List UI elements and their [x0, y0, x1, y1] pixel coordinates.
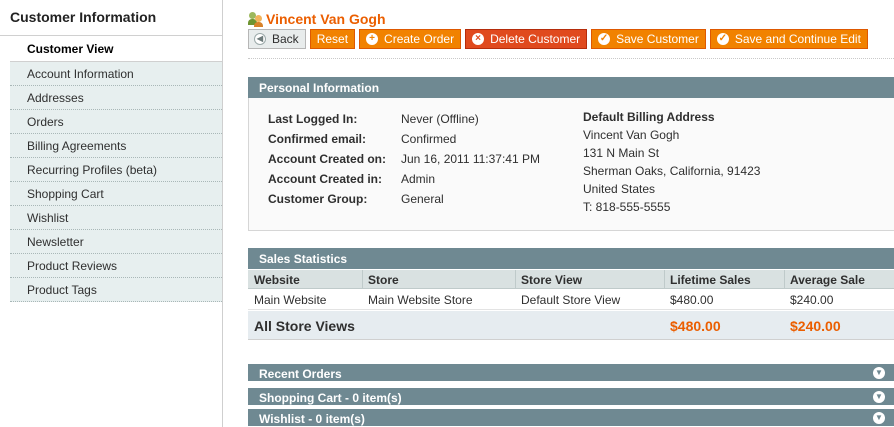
billing-address-line: United States — [583, 182, 656, 196]
delete-label: Delete Customer — [490, 32, 581, 46]
tab-wishlist[interactable]: Wishlist — [10, 206, 222, 230]
tab-account-information[interactable]: Account Information — [10, 62, 222, 86]
total-lifetime-sales: $480.00 — [670, 318, 721, 334]
wishlist-section[interactable]: Wishlist - 0 item(s) ▼ — [248, 409, 894, 427]
billing-address-line: Vincent Van Gogh — [583, 128, 680, 142]
total-average-sale: $240.00 — [790, 318, 841, 334]
sidebar: Customer Information Customer View Accou… — [0, 0, 222, 427]
column-header-website[interactable]: Website — [254, 273, 300, 287]
last-logged-in-label: Last Logged In: — [268, 112, 358, 126]
table-row: Main Website Main Website Store Default … — [248, 290, 894, 310]
column-header-lifetime-sales[interactable]: Lifetime Sales — [670, 273, 751, 287]
column-header-store[interactable]: Store — [368, 273, 399, 287]
toolbar-separator — [248, 58, 894, 59]
column-header-store-view[interactable]: Store View — [521, 273, 582, 287]
billing-address-title: Default Billing Address — [583, 110, 715, 124]
customer-icon — [248, 11, 263, 27]
customer-name: Vincent Van Gogh — [266, 11, 386, 27]
reset-label: Reset — [316, 32, 349, 46]
personal-information-header: Personal Information — [248, 77, 894, 98]
wishlist-label: Wishlist - 0 item(s) — [259, 412, 365, 426]
chevron-down-icon[interactable]: ▼ — [873, 367, 885, 379]
billing-address-line: Sherman Oaks, California, 91423 — [583, 164, 761, 178]
billing-address-phone: T: 818-555-5555 — [583, 200, 671, 214]
account-created-on-value: Jun 16, 2011 11:37:41 PM — [401, 152, 540, 166]
reset-button[interactable]: Reset — [309, 29, 356, 49]
cell-lifetime-sales: $480.00 — [670, 293, 714, 307]
toolbar: ◀ Back Reset + Create Order × Delete Cus… — [248, 29, 868, 49]
billing-address-line: 131 N Main St — [583, 146, 660, 160]
table-total-row: All Store Views $480.00 $240.00 — [248, 311, 894, 340]
save-continue-label: Save and Continue Edit — [734, 32, 861, 46]
tab-billing-agreements[interactable]: Billing Agreements — [10, 134, 222, 158]
account-created-in-value: Admin — [401, 172, 436, 186]
total-label: All Store Views — [254, 318, 355, 334]
cell-website: Main Website — [254, 293, 327, 307]
tab-newsletter[interactable]: Newsletter — [10, 230, 222, 254]
save-label: Save Customer — [616, 32, 699, 46]
page-title: Vincent Van Gogh — [248, 10, 386, 28]
save-customer-button[interactable]: ✓ Save Customer — [591, 29, 706, 49]
sales-table-header: Website Store Store View Lifetime Sales … — [248, 270, 894, 289]
customer-group-value: General — [401, 192, 444, 206]
back-arrow-icon: ◀ — [254, 33, 266, 45]
confirmed-email-value: Confirmed — [401, 132, 457, 146]
recent-orders-section[interactable]: Recent Orders ▼ — [248, 364, 894, 382]
tab-product-tags[interactable]: Product Tags — [10, 278, 222, 302]
save-continue-button[interactable]: ✓ Save and Continue Edit — [709, 29, 868, 49]
sidebar-title: Customer Information — [0, 0, 222, 36]
personal-information-box: Last Logged In: Never (Offline) Confirme… — [248, 98, 894, 231]
back-label: Back — [272, 32, 299, 46]
cell-store-view: Default Store View — [521, 293, 621, 307]
column-header-average-sale[interactable]: Average Sale — [790, 273, 865, 287]
tab-shopping-cart[interactable]: Shopping Cart — [10, 182, 222, 206]
confirmed-email-label: Confirmed email: — [268, 132, 367, 146]
create-order-label: Create Order — [384, 32, 455, 46]
tab-recurring-profiles[interactable]: Recurring Profiles (beta) — [10, 158, 222, 182]
delete-customer-button[interactable]: × Delete Customer — [465, 29, 588, 49]
shopping-cart-label: Shopping Cart - 0 item(s) — [259, 391, 402, 405]
shopping-cart-section[interactable]: Shopping Cart - 0 item(s) ▼ — [248, 388, 894, 406]
create-order-button[interactable]: + Create Order — [359, 29, 462, 49]
chevron-down-icon[interactable]: ▼ — [873, 391, 885, 403]
sales-statistics-header: Sales Statistics — [248, 248, 894, 269]
cell-store: Main Website Store — [368, 293, 473, 307]
tab-addresses[interactable]: Addresses — [10, 86, 222, 110]
checkmark-icon: ✓ — [598, 33, 611, 45]
recent-orders-label: Recent Orders — [259, 367, 342, 381]
back-button[interactable]: ◀ Back — [248, 29, 306, 49]
cell-average-sale: $240.00 — [790, 293, 834, 307]
tab-customer-view[interactable]: Customer View — [10, 36, 222, 62]
account-created-on-label: Account Created on: — [268, 152, 387, 166]
plus-icon: + — [366, 33, 379, 45]
chevron-down-icon[interactable]: ▼ — [873, 412, 885, 424]
tab-product-reviews[interactable]: Product Reviews — [10, 254, 222, 278]
tab-orders[interactable]: Orders — [10, 110, 222, 134]
sidebar-divider — [222, 0, 223, 427]
last-logged-in-value: Never (Offline) — [401, 112, 479, 126]
delete-icon: × — [472, 33, 485, 45]
checkmark-icon: ✓ — [716, 33, 729, 45]
account-created-in-label: Account Created in: — [268, 172, 383, 186]
customer-group-label: Customer Group: — [268, 192, 368, 206]
